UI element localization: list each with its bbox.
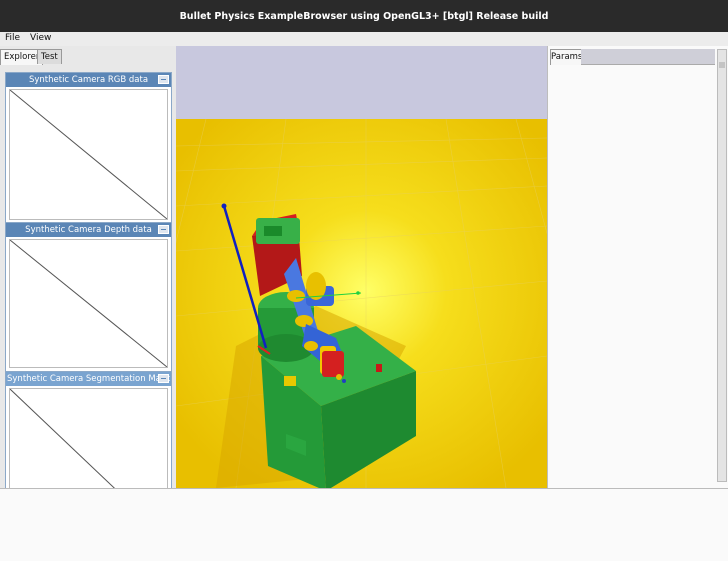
physics-scene	[115, 46, 617, 491]
explorer-panel: Explorer Test Synthetic Camera RGB data …	[0, 46, 176, 527]
rgb-camera-image	[9, 89, 168, 220]
params-header	[581, 49, 715, 65]
segmentation-camera-title[interactable]: Synthetic Camera Segmentation Mask	[6, 372, 171, 386]
minimize-icon[interactable]	[158, 225, 169, 234]
debug-point	[356, 291, 360, 295]
tab-test[interactable]: Test	[37, 49, 62, 64]
rgb-camera-window[interactable]: Synthetic Camera RGB data	[5, 72, 172, 224]
menu-file[interactable]: File	[5, 33, 20, 43]
minimize-icon[interactable]	[158, 75, 169, 84]
debug-axis-tip	[221, 203, 227, 209]
scrollbar-thumb[interactable]	[719, 62, 725, 68]
title-bar: Bullet Physics ExampleBrowser using Open…	[0, 0, 728, 32]
tab-params[interactable]: Params	[550, 49, 582, 65]
minimize-icon[interactable]	[158, 374, 169, 383]
depth-camera-title[interactable]: Synthetic Camera Depth data	[6, 223, 171, 237]
placeholder-diagonal-icon	[10, 240, 167, 367]
placeholder-diagonal-icon	[10, 90, 167, 219]
bottom-console-panel	[0, 488, 728, 561]
depth-camera-image	[9, 239, 168, 368]
params-panel: Params	[547, 46, 728, 488]
window-title: Bullet Physics ExampleBrowser using Open…	[179, 10, 549, 22]
3d-viewport[interactable]	[115, 46, 617, 491]
menu-bar: File View	[0, 32, 728, 47]
sky	[176, 46, 547, 119]
depth-camera-window[interactable]: Synthetic Camera Depth data	[5, 222, 172, 372]
menu-view[interactable]: View	[30, 33, 51, 43]
params-scrollbar[interactable]	[717, 49, 727, 482]
rgb-camera-title[interactable]: Synthetic Camera RGB data	[6, 73, 171, 87]
